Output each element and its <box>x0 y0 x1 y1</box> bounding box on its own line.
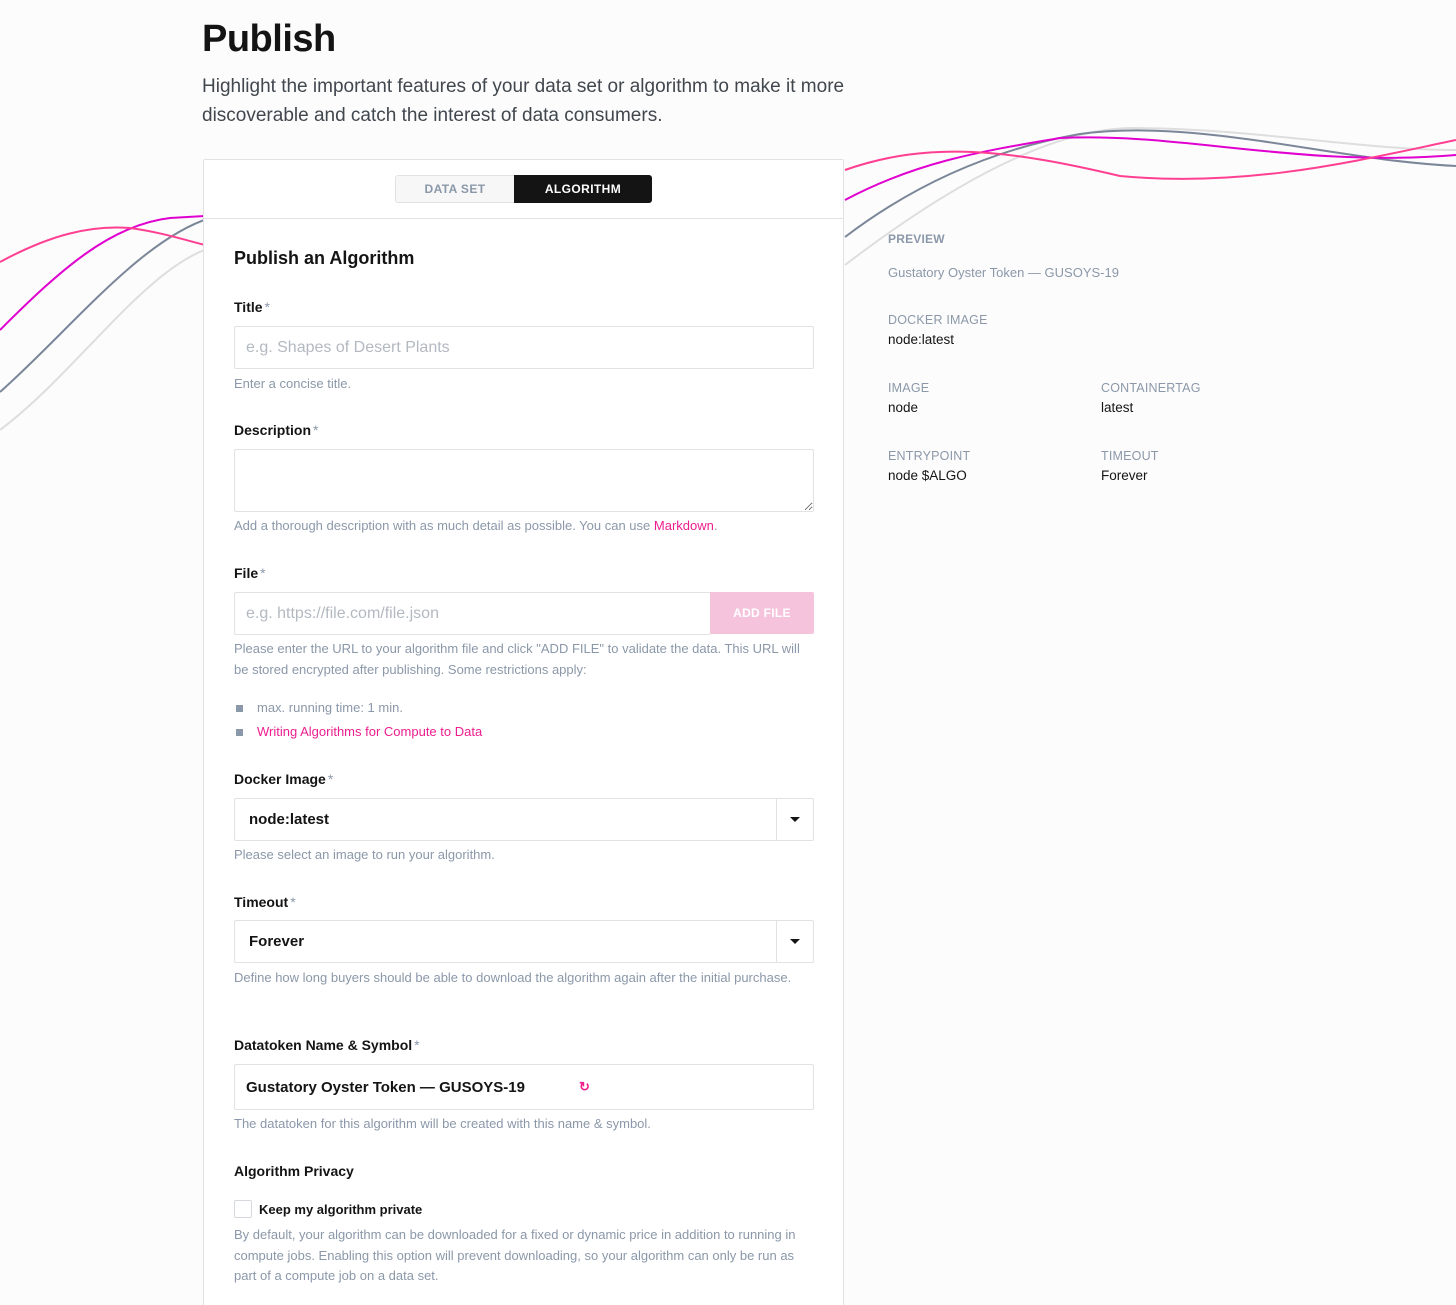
docker-image-label-text: Docker Image <box>234 771 326 787</box>
file-label: File * <box>234 565 266 581</box>
list-item: max. running time: 1 min. <box>234 696 482 720</box>
preview-docker-image-key: DOCKER IMAGE <box>888 313 988 327</box>
description-help: Add a thorough description with as much … <box>234 516 814 537</box>
required-marker: * <box>260 565 266 581</box>
timeout-dropdown-toggle[interactable] <box>776 921 813 962</box>
description-label-text: Description <box>234 422 312 438</box>
tab-algorithm[interactable]: ALGORITHM <box>514 175 652 203</box>
title-label: Title * <box>234 299 270 315</box>
datatoken-help: The datatoken for this algorithm will be… <box>234 1116 651 1131</box>
algorithm-privacy-label: Algorithm Privacy <box>234 1163 354 1179</box>
title-label-text: Title <box>234 299 263 315</box>
refresh-icon[interactable]: ↻ <box>579 1079 590 1095</box>
private-checkbox-row[interactable]: Keep my algorithm private <box>234 1200 422 1218</box>
datatoken-value: Gustatory Oyster Token — GUSOYS-19 <box>246 1078 525 1096</box>
description-label: Description * <box>234 422 318 438</box>
preview-image-key: IMAGE <box>888 381 930 395</box>
writing-algorithms-link[interactable]: Writing Algorithms for Compute to Data <box>257 724 482 739</box>
datatoken-label-text: Datatoken Name & Symbol <box>234 1037 413 1053</box>
docker-image-help: Please select an image to run your algor… <box>234 847 495 862</box>
timeout-value: Forever <box>249 933 305 950</box>
restriction-running-time: max. running time: 1 min. <box>257 700 403 715</box>
required-marker: * <box>264 299 270 315</box>
tab-data-set[interactable]: DATA SET <box>395 175 514 203</box>
file-label-text: File <box>234 565 259 581</box>
form-title: Publish an Algorithm <box>234 248 415 268</box>
docker-image-value: node:latest <box>249 811 330 828</box>
required-marker: * <box>327 771 334 787</box>
preview-image-value: node <box>888 400 919 415</box>
preview-docker-image-value: node:latest <box>888 332 955 347</box>
datatoken-label: Datatoken Name & Symbol * <box>234 1037 420 1053</box>
add-file-button[interactable]: ADD FILE <box>710 592 814 634</box>
preview-heading: PREVIEW <box>888 232 945 246</box>
preview-containertag-value: latest <box>1101 400 1134 415</box>
private-checkbox[interactable] <box>234 1200 252 1218</box>
required-marker: * <box>313 422 319 438</box>
description-help-text: Add a thorough description with as much … <box>234 518 654 533</box>
publish-form-card: DATA SET ALGORITHM Publish an Algorithm … <box>203 159 844 1305</box>
private-checkbox-label[interactable]: Keep my algorithm private <box>259 1202 422 1217</box>
timeout-label: Timeout * <box>234 894 296 910</box>
page-title: Publish <box>202 18 336 60</box>
privacy-help: By default, your algorithm can be downlo… <box>234 1227 796 1283</box>
file-restrictions-list: max. running time: 1 min. Writing Algori… <box>234 696 482 744</box>
description-textarea[interactable] <box>234 449 814 512</box>
page-description: Highlight the important features of your… <box>202 76 845 126</box>
required-marker: * <box>414 1037 420 1053</box>
preview-entrypoint-value: node $ALGO <box>888 468 967 483</box>
file-url-input[interactable] <box>234 592 711 635</box>
file-help: Please enter the URL to your algorithm f… <box>234 641 800 677</box>
timeout-help: Define how long buyers should be able to… <box>234 970 792 985</box>
docker-image-label: Docker Image * <box>234 771 333 787</box>
docker-image-select[interactable]: node:latest <box>234 798 814 841</box>
square-bullet-icon <box>236 705 243 712</box>
datatoken-field: Gustatory Oyster Token — GUSOYS-19 ↻ <box>234 1064 814 1110</box>
title-input[interactable] <box>234 326 814 369</box>
description-help-suffix: . <box>713 518 718 533</box>
preview-entrypoint-key: ENTRYPOINT <box>888 449 971 463</box>
timeout-label-text: Timeout <box>234 894 289 910</box>
preview-timeout-key: TIMEOUT <box>1101 449 1159 463</box>
chevron-down-icon <box>790 939 800 944</box>
docker-image-dropdown-toggle[interactable] <box>776 799 813 840</box>
square-bullet-icon <box>236 729 243 736</box>
chevron-down-icon <box>790 817 800 822</box>
preview-timeout-value: Forever <box>1101 468 1148 483</box>
markdown-link[interactable]: Markdown <box>654 518 714 533</box>
title-help: Enter a concise title. <box>234 376 352 391</box>
preview-title: Gustatory Oyster Token — GUSOYS-19 <box>888 265 1119 280</box>
list-item: Writing Algorithms for Compute to Data <box>234 720 482 744</box>
timeout-select[interactable]: Forever <box>234 920 814 963</box>
preview-containertag-key: CONTAINERTAG <box>1101 381 1201 395</box>
required-marker: * <box>290 894 296 910</box>
tab-bar: DATA SET ALGORITHM <box>204 160 843 219</box>
